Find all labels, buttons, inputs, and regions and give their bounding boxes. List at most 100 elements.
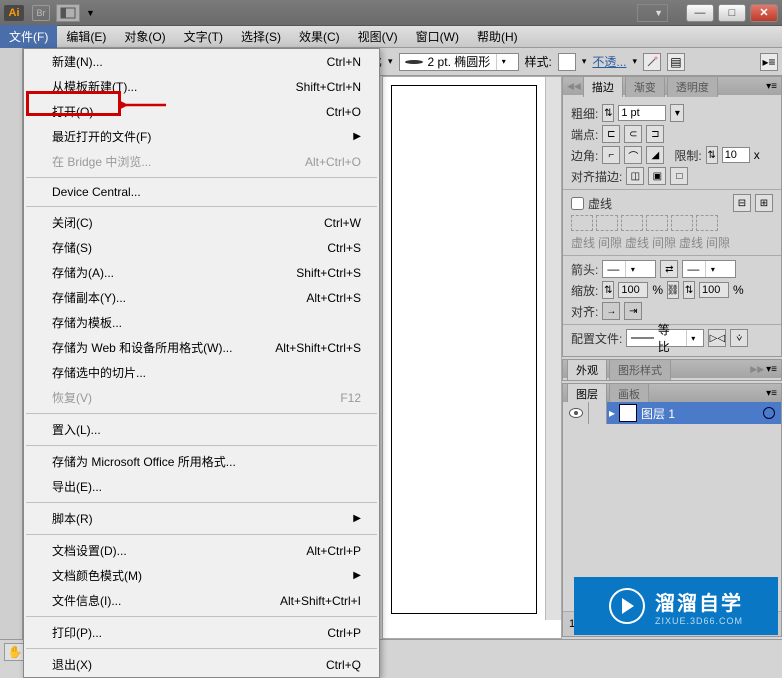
visibility-toggle[interactable] xyxy=(563,402,589,424)
stepper-icon[interactable]: ⇅ xyxy=(602,281,614,299)
panel-menu-icon[interactable]: ▾≡ xyxy=(766,81,777,92)
tab-gradient[interactable]: 渐变 xyxy=(625,76,665,97)
target-icon[interactable] xyxy=(763,407,775,419)
menu-item[interactable]: 最近打开的文件(F)▶ xyxy=(24,124,379,149)
menu-item[interactable]: 存储为 Microsoft Office 所用格式... xyxy=(24,449,379,474)
menu-item[interactable]: 从模板新建(T)...Shift+Ctrl+N xyxy=(24,74,379,99)
menu-item[interactable]: 文件信息(I)...Alt+Shift+Ctrl+I xyxy=(24,588,379,613)
menu-item[interactable]: 存储副本(Y)...Alt+Ctrl+S xyxy=(24,285,379,310)
panel-menu-icon[interactable]: ▾≡ xyxy=(766,364,777,375)
layer-name[interactable]: 图层 1 xyxy=(641,405,675,422)
menu-item[interactable]: 文档颜色模式(M)▶ xyxy=(24,563,379,588)
lock-toggle[interactable] xyxy=(589,402,607,424)
tab-transparency[interactable]: 透明度 xyxy=(667,76,718,97)
menu-select[interactable]: 选择(S) xyxy=(232,25,290,48)
arrow-start-field[interactable]: —▾ xyxy=(602,260,656,278)
dash-checkbox[interactable] xyxy=(571,197,584,210)
menu-item[interactable]: 打印(P)...Ctrl+P xyxy=(24,620,379,645)
style-swatch[interactable] xyxy=(558,53,576,71)
stepper-icon[interactable]: ⇅ xyxy=(683,281,695,299)
menu-effect[interactable]: 效果(C) xyxy=(290,25,349,48)
align-inside-button[interactable]: ▣ xyxy=(648,167,666,185)
weight-input[interactable] xyxy=(618,105,666,121)
dash-align-b[interactable]: ⊞ xyxy=(755,194,773,212)
gap-field[interactable] xyxy=(596,215,618,231)
menu-window[interactable]: 窗口(W) xyxy=(407,25,468,48)
profile-field[interactable]: 等比 ▾ xyxy=(626,329,704,347)
menu-item[interactable]: 存储为(A)...Shift+Ctrl+S xyxy=(24,260,379,285)
gap-field[interactable] xyxy=(696,215,718,231)
menu-item[interactable]: 关闭(C)Ctrl+W xyxy=(24,210,379,235)
minimize-button[interactable]: — xyxy=(686,4,714,22)
align-arrow-b[interactable]: ⇥ xyxy=(624,302,642,320)
menu-item[interactable]: 存储(S)Ctrl+S xyxy=(24,235,379,260)
chevron-down-icon[interactable]: ▾ xyxy=(670,104,684,122)
link-icon[interactable]: ⛓ xyxy=(667,281,679,299)
tab-artboards[interactable]: 画板 xyxy=(609,383,649,404)
align-outside-button[interactable]: □ xyxy=(670,167,688,185)
cap-projecting-button[interactable]: ⊐ xyxy=(646,125,664,143)
menu-item[interactable]: 退出(X)Ctrl+Q xyxy=(24,652,379,677)
chevron-down-icon[interactable]: ▾ xyxy=(582,56,587,67)
scale-start-input[interactable] xyxy=(618,282,648,298)
menu-view[interactable]: 视图(V) xyxy=(349,25,407,48)
menu-type[interactable]: 文字(T) xyxy=(175,25,232,48)
align-arrow-a[interactable]: → xyxy=(602,302,620,320)
menu-item[interactable]: 存储为 Web 和设备所用格式(W)...Alt+Shift+Ctrl+S xyxy=(24,335,379,360)
close-button[interactable]: ✕ xyxy=(750,4,778,22)
menu-item[interactable]: 导出(E)... xyxy=(24,474,379,499)
tab-graphic-styles[interactable]: 图形样式 xyxy=(609,359,671,380)
menu-help[interactable]: 帮助(H) xyxy=(468,25,527,48)
dash-field[interactable] xyxy=(621,215,643,231)
options-extra-button[interactable]: ▤ xyxy=(667,53,685,71)
corner-miter-button[interactable]: ⌐ xyxy=(602,146,620,164)
menu-file[interactable]: 文件(F) xyxy=(0,25,57,48)
align-center-button[interactable]: ◫ xyxy=(626,167,644,185)
opacity-link[interactable]: 不透... xyxy=(592,53,626,70)
panel-menu-icon[interactable]: ▾≡ xyxy=(766,388,777,399)
menu-edit[interactable]: 编辑(E) xyxy=(57,25,115,48)
panel-menu-icon[interactable]: ▸≡ xyxy=(760,53,778,71)
flip-v-icon[interactable]: ⩒ xyxy=(730,329,748,347)
scrollbar-vertical[interactable] xyxy=(545,77,561,620)
stepper-icon[interactable]: ⇅ xyxy=(706,146,718,164)
swap-arrow-button[interactable]: ⇄ xyxy=(660,260,678,278)
wand-icon[interactable] xyxy=(643,53,661,71)
menu-object[interactable]: 对象(O) xyxy=(115,25,174,48)
menu-item[interactable]: 脚本(R)▶ xyxy=(24,506,379,531)
menu-item[interactable]: 打开(O)...Ctrl+O xyxy=(24,99,379,124)
menu-item[interactable]: 置入(L)... xyxy=(24,417,379,442)
corner-bevel-button[interactable]: ◢ xyxy=(646,146,664,164)
tab-layers[interactable]: 图层 xyxy=(567,383,607,404)
menu-item[interactable]: 新建(N)...Ctrl+N xyxy=(24,49,379,74)
gap-field[interactable] xyxy=(646,215,668,231)
arrow-end-field[interactable]: —▾ xyxy=(682,260,736,278)
chevron-down-icon[interactable]: ▼ xyxy=(86,8,95,18)
expand-icon[interactable]: ▸ xyxy=(609,406,615,420)
stepper-icon[interactable]: ⇅ xyxy=(602,104,614,122)
limit-input[interactable] xyxy=(722,147,750,163)
corner-round-button[interactable]: ⌒ xyxy=(624,146,642,164)
dash-field[interactable] xyxy=(671,215,693,231)
menu-item[interactable]: 文档设置(D)...Alt+Ctrl+P xyxy=(24,538,379,563)
menu-item[interactable]: 存储为模板... xyxy=(24,310,379,335)
cap-round-button[interactable]: ⊂ xyxy=(624,125,642,143)
tab-stroke[interactable]: 描边 xyxy=(583,76,623,97)
layer-row[interactable]: ▸ 图层 1 xyxy=(563,402,781,424)
chevron-down-icon[interactable]: ▾ xyxy=(632,56,637,67)
cap-butt-button[interactable]: ⊏ xyxy=(602,125,620,143)
dash-align-a[interactable]: ⊟ xyxy=(733,194,751,212)
document-canvas[interactable] xyxy=(382,76,562,639)
menu-item[interactable]: Device Central... xyxy=(24,181,379,203)
dash-field[interactable] xyxy=(571,215,593,231)
maximize-button[interactable]: □ xyxy=(718,4,746,22)
stroke-profile-field[interactable]: 2 pt. 椭圆形 ▾ xyxy=(399,53,519,71)
chevron-down-icon[interactable]: ▾ xyxy=(388,56,393,67)
scale-end-input[interactable] xyxy=(699,282,729,298)
tab-appearance[interactable]: 外观 xyxy=(567,359,607,380)
flip-h-icon[interactable]: ▷◁ xyxy=(708,329,726,347)
bridge-button[interactable]: Br xyxy=(32,5,50,21)
chevron-down-icon[interactable]: ▾ xyxy=(496,54,510,70)
layout-switcher[interactable] xyxy=(56,4,80,22)
menu-item[interactable]: 存储选中的切片... xyxy=(24,360,379,385)
